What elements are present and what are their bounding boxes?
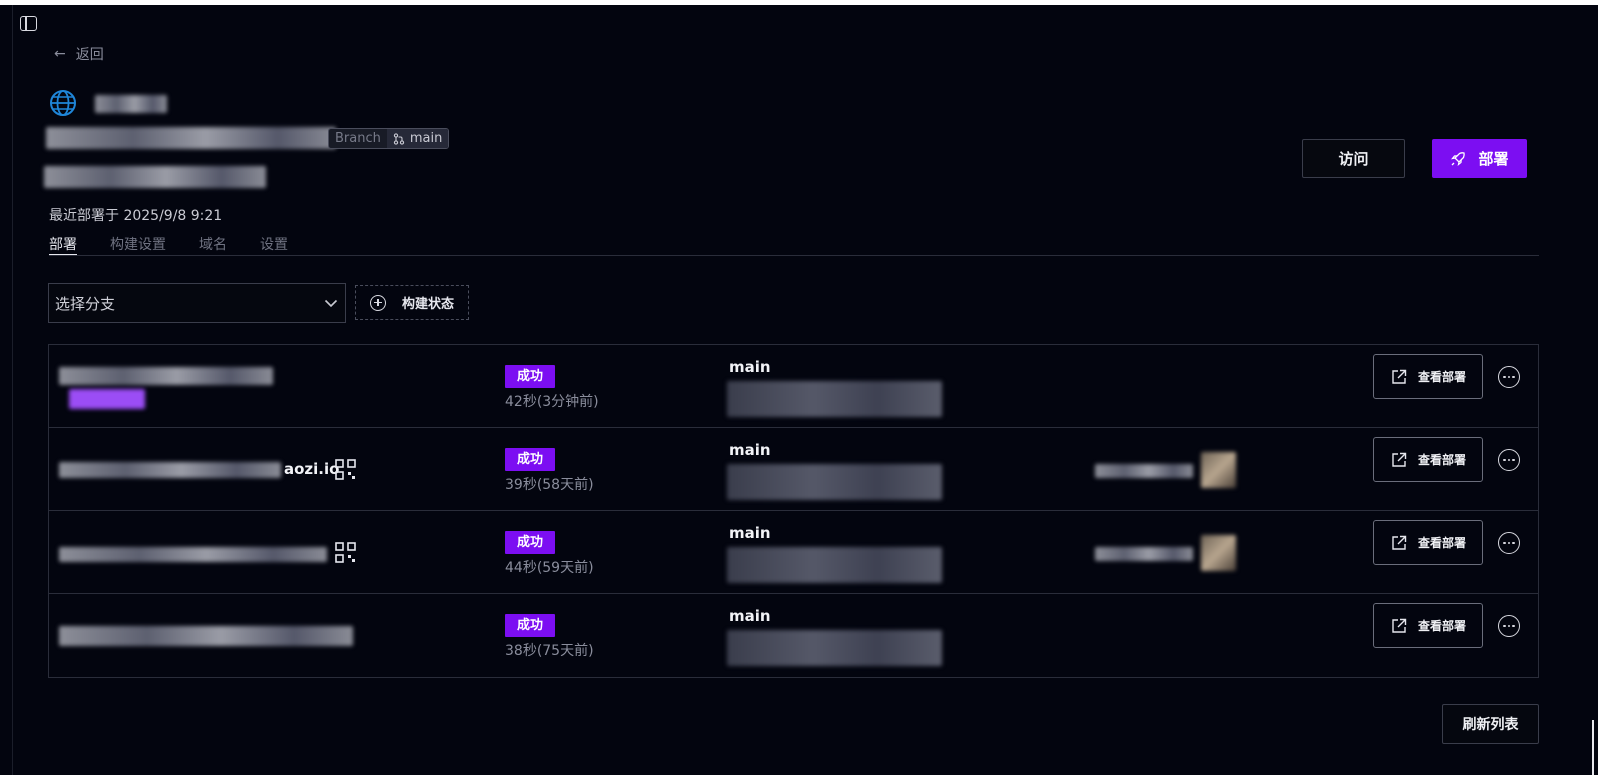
status-badge: 成功 <box>505 448 556 471</box>
deployment-row: aozi.io 成功 39秒(58天前) main 查看部署 <box>49 428 1538 511</box>
tab-settings[interactable]: 设置 <box>260 234 288 255</box>
status-badge: 成功 <box>505 614 556 637</box>
branch-tag-value: main <box>409 131 443 146</box>
scrollbar[interactable] <box>1592 720 1594 775</box>
deployment-branch: main <box>729 441 771 459</box>
tab-domains[interactable]: 域名 <box>199 234 227 255</box>
project-name-redacted <box>95 95 167 113</box>
more-icon[interactable] <box>1498 449 1520 471</box>
deployment-row: 成功 44秒(59天前) main 查看部署 <box>49 511 1538 594</box>
view-deployment-label: 查看部署 <box>1417 536 1466 550</box>
external-link-icon <box>1392 535 1407 550</box>
deployment-row: 成功 38秒(75天前) main 查看部署 <box>49 594 1538 677</box>
deployment-url-redacted <box>59 462 281 478</box>
author-name-redacted <box>1095 464 1193 478</box>
branch-tag-label: Branch <box>329 129 387 148</box>
view-deployment-button[interactable]: 查看部署 <box>1373 354 1483 399</box>
chevron-down-icon <box>324 299 338 308</box>
tab-deployments[interactable]: 部署 <box>49 234 77 255</box>
arrow-left-icon: ← <box>54 46 66 62</box>
back-label: 返回 <box>75 47 104 63</box>
deployment-url-redacted <box>59 367 273 385</box>
view-deployment-label: 查看部署 <box>1417 619 1466 633</box>
deploy-label: 部署 <box>1478 150 1509 168</box>
branch-select[interactable]: 选择分支 <box>48 283 346 323</box>
qr-code-icon[interactable] <box>335 542 356 563</box>
git-branch-icon <box>393 132 405 145</box>
plus-circle-icon <box>370 294 386 311</box>
view-deployment-button[interactable]: 查看部署 <box>1373 603 1483 648</box>
project-repo-redacted <box>44 166 266 188</box>
deployment-url-redacted <box>59 547 327 562</box>
avatar <box>1201 535 1236 571</box>
deployment-duration: 42秒(3分钟前) <box>505 394 599 410</box>
status-badge: 成功 <box>505 365 556 388</box>
view-deployment-button[interactable]: 查看部署 <box>1373 520 1483 565</box>
commit-message-redacted <box>727 630 942 666</box>
window-top-edge <box>0 0 1598 5</box>
deployment-branch: main <box>729 358 771 376</box>
commit-message-redacted <box>727 547 942 583</box>
qr-code-icon[interactable] <box>335 459 356 480</box>
back-link[interactable]: ← 返回 <box>54 44 104 64</box>
deployment-row: 成功 42秒(3分钟前) main 查看部署 <box>49 345 1538 428</box>
more-icon[interactable] <box>1498 615 1520 637</box>
build-status-label: 构建状态 <box>402 297 455 312</box>
deployment-duration: 39秒(58天前) <box>505 477 594 493</box>
view-deployment-label: 查看部署 <box>1417 453 1466 467</box>
deployment-list: 成功 42秒(3分钟前) main 查看部署 aozi.io 成功 39秒(58… <box>48 344 1539 678</box>
view-deployment-label: 查看部署 <box>1417 370 1466 384</box>
deploy-button[interactable]: 部署 <box>1432 139 1527 178</box>
view-deployment-button[interactable]: 查看部署 <box>1373 437 1483 482</box>
external-link-icon <box>1392 369 1407 384</box>
avatar <box>1201 452 1236 488</box>
commit-message-redacted <box>727 381 942 417</box>
branch-select-placeholder: 选择分支 <box>55 294 116 313</box>
last-deployed-text: 最近部署于 2025/9/8 9:21 <box>49 208 223 224</box>
build-status-filter-button[interactable]: 构建状态 <box>355 285 469 320</box>
tab-build-settings[interactable]: 构建设置 <box>110 234 166 255</box>
external-link-icon <box>1392 452 1407 467</box>
author-name-redacted <box>1095 547 1193 561</box>
refresh-list-button[interactable]: 刷新列表 <box>1442 704 1539 744</box>
commit-message-redacted <box>727 464 942 500</box>
external-link-icon <box>1392 618 1407 633</box>
deployment-tag-redacted <box>69 389 145 409</box>
more-icon[interactable] <box>1498 532 1520 554</box>
globe-icon <box>50 90 76 116</box>
branch-tag: Branch main <box>328 128 450 149</box>
deployment-url-redacted <box>59 626 353 646</box>
project-url-redacted <box>46 127 336 149</box>
deployment-branch: main <box>729 607 771 625</box>
more-icon[interactable] <box>1498 366 1520 388</box>
deployment-url-suffix: aozi.io <box>284 460 340 478</box>
deployment-duration: 44秒(59天前) <box>505 560 594 576</box>
tab-bar: 部署 构建设置 域名 设置 <box>49 234 1539 256</box>
sidebar-toggle-icon[interactable] <box>20 16 37 31</box>
visit-button[interactable]: 访问 <box>1302 139 1405 178</box>
branch-tag-value-wrap: main <box>386 129 449 148</box>
status-badge: 成功 <box>505 531 556 554</box>
sidebar-divider <box>12 5 13 775</box>
rocket-icon <box>1451 151 1466 166</box>
deployment-duration: 38秒(75天前) <box>505 643 594 659</box>
deployment-branch: main <box>729 524 771 542</box>
